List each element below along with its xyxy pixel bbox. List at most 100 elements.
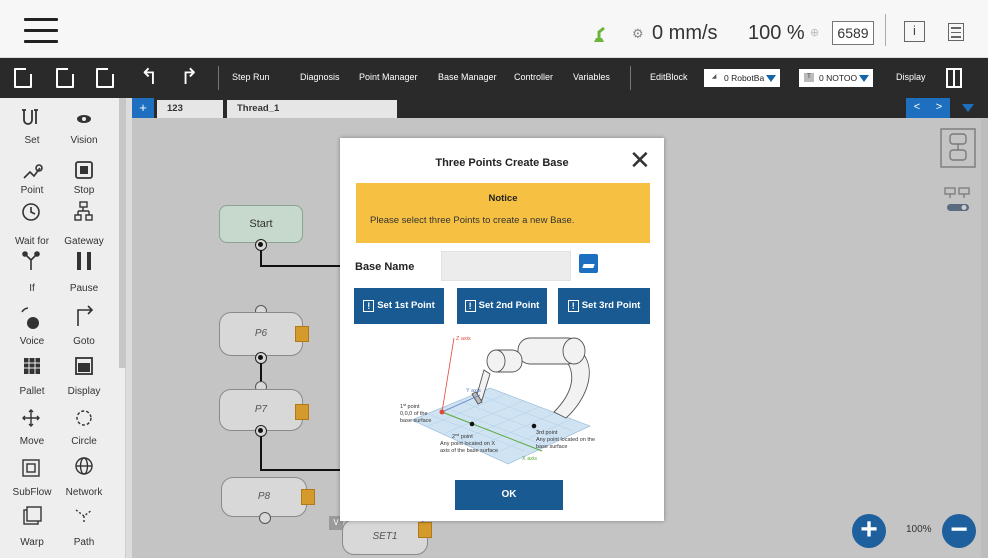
palette-label: Gateway: [64, 236, 104, 247]
close-icon[interactable]: ✕: [629, 148, 651, 174]
zoom-out-button[interactable]: −: [942, 514, 976, 548]
palette-item-warp[interactable]: Warp: [2, 537, 62, 548]
palette-item-move[interactable]: Move: [2, 436, 62, 447]
undo-icon[interactable]: ↰: [140, 64, 158, 90]
dialog-title: Three Points Create Base: [435, 157, 569, 169]
third-point-desc-2: base surface: [536, 444, 568, 450]
point-icon: [23, 164, 43, 179]
controller-button[interactable]: Controller: [514, 72, 553, 82]
set-2nd-point-button[interactable]: ! Set 2nd Point: [457, 288, 547, 324]
palette-item-display[interactable]: Display: [54, 386, 114, 397]
palette-item-pause[interactable]: Pause: [54, 283, 114, 294]
flow-line: [260, 436, 262, 470]
palette-item-wait-for[interactable]: Wait for: [2, 236, 62, 247]
point-manager-button[interactable]: Point Manager: [359, 72, 418, 82]
base-name-label: Base Name: [355, 261, 415, 273]
layout-toggle-icon[interactable]: [946, 68, 962, 88]
robot-base-select[interactable]: ◢ 0 RobotBa: [704, 69, 781, 87]
info-icon[interactable]: i: [904, 21, 925, 42]
palette-item-if[interactable]: If: [2, 283, 62, 294]
palette-label: Warp: [20, 537, 44, 548]
palette-item-gateway[interactable]: Gateway: [54, 236, 114, 247]
tab-thread-1[interactable]: Thread_1: [227, 100, 397, 118]
palette-item-vision[interactable]: Vision: [54, 135, 114, 146]
structure-icon[interactable]: [943, 186, 973, 214]
palette-item-network[interactable]: Network: [54, 487, 114, 498]
editblock-button[interactable]: EditBlock: [650, 72, 688, 82]
connector-point: [259, 512, 271, 524]
save-as-icon[interactable]: [96, 68, 114, 88]
x-axis-label: X axis: [522, 456, 537, 462]
palette-item-stop[interactable]: Stop: [54, 185, 114, 196]
vision-icon: [77, 115, 91, 123]
second-point-desc-2: axis of the base surface: [440, 448, 498, 454]
second-point-desc-1: Any point located on X: [440, 441, 495, 447]
add-tab-button[interactable]: +: [132, 98, 154, 118]
zoom-in-button[interactable]: +: [852, 514, 886, 548]
palette-scrollbar[interactable]: [119, 98, 126, 368]
diagnosis-button[interactable]: Diagnosis: [300, 72, 340, 82]
palette-item-circle[interactable]: Circle: [54, 436, 114, 447]
exclamation-icon: !: [464, 300, 476, 312]
log-icon[interactable]: [948, 23, 964, 41]
display-button[interactable]: Display: [896, 72, 926, 82]
notice-message: Please select three Points to create a n…: [370, 215, 575, 226]
tab-prev-button[interactable]: <: [906, 98, 928, 118]
toolbar-divider: [218, 66, 219, 90]
palette-label: Display: [67, 386, 101, 397]
palette-item-set[interactable]: Set: [2, 135, 62, 146]
base-plane-grid: [411, 387, 591, 465]
tab-123[interactable]: 123: [157, 100, 223, 118]
display-icon: [75, 357, 93, 375]
palette-item-goto[interactable]: Goto: [54, 336, 114, 347]
new-project-icon[interactable]: [14, 68, 32, 88]
point-node-p6[interactable]: P6: [219, 312, 303, 356]
base-keyboard-icon[interactable]: [579, 254, 598, 273]
z-axis-label: Z axis: [456, 336, 471, 342]
node-badge: [418, 522, 432, 538]
first-point-marker: [439, 409, 445, 415]
set-1st-point-button[interactable]: ! Set 1st Point: [354, 288, 444, 324]
set-node-set1[interactable]: SET1: [342, 519, 428, 555]
set-3rd-point-button[interactable]: ! Set 3rd Point: [558, 288, 650, 324]
palette-item-point[interactable]: Point: [2, 185, 62, 196]
tab-menu-icon[interactable]: [962, 104, 974, 112]
second-point-marker: [469, 421, 475, 427]
start-node[interactable]: Start: [219, 205, 303, 243]
palette-item-pallet[interactable]: Pallet: [2, 386, 62, 397]
menu-icon[interactable]: [24, 18, 58, 44]
palette-item-subflow[interactable]: SubFlow: [2, 487, 62, 498]
canvas-scrollbar[interactable]: [981, 118, 988, 558]
palette-label: Wait for: [14, 236, 50, 247]
palette-label: Move: [19, 436, 45, 447]
palette-label: Pallet: [19, 386, 45, 397]
step-run-button[interactable]: Step Run: [232, 72, 270, 82]
start-node-label: Start: [249, 218, 273, 230]
ok-button[interactable]: OK: [455, 480, 563, 510]
redo-icon[interactable]: ↱: [180, 64, 198, 90]
first-point-desc-1: 0,0,0 of the: [400, 411, 428, 417]
save-project-icon[interactable]: [56, 68, 74, 88]
palette-label: If: [29, 283, 35, 294]
three-points-diagram: Z axis Y axis X axis 1st point 0,0,0 of …: [400, 336, 595, 465]
flow-line: [260, 265, 342, 267]
base-icon: ◢: [709, 73, 719, 82]
base-name-input[interactable]: [441, 251, 571, 281]
set-icon: [22, 109, 38, 125]
flow-line: [260, 469, 342, 471]
subflow-icon: [22, 459, 40, 477]
layout-view-icon[interactable]: [940, 128, 976, 168]
point-node-p8[interactable]: P8: [221, 477, 307, 517]
toolbar-divider: [630, 66, 631, 90]
tab-next-button[interactable]: >: [928, 98, 950, 118]
palette-item-voice[interactable]: Voice: [2, 336, 62, 347]
variables-button[interactable]: Variables: [573, 72, 610, 82]
tool-select[interactable]: T 0 NOTOO: [799, 69, 874, 87]
button-label: Set 3rd Point: [581, 300, 641, 311]
node-badge: [295, 404, 309, 420]
palette-item-path[interactable]: Path: [54, 537, 114, 548]
base-manager-button[interactable]: Base Manager: [438, 72, 497, 82]
node-label: P8: [257, 491, 271, 502]
node-badge: [301, 489, 315, 505]
palette-label: Goto: [73, 336, 95, 347]
